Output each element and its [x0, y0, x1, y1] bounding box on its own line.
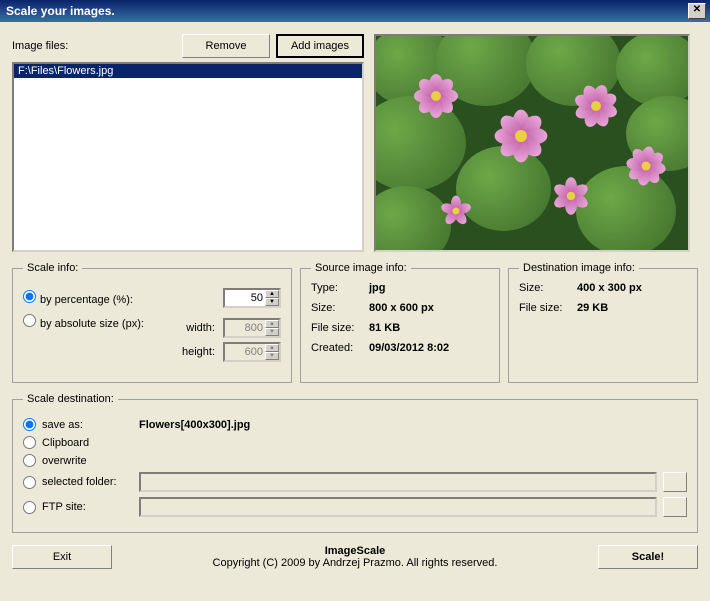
- scale-info-group: Scale info: by percentage (%): ▲▼ by abs…: [12, 262, 292, 383]
- src-created: 09/03/2012 8:02: [369, 342, 489, 354]
- chevron-down-icon: ▼: [265, 328, 279, 336]
- scale-dest-legend: Scale destination:: [23, 393, 118, 405]
- width-spinner: ▲▼: [223, 318, 281, 338]
- image-files-label: Image files:: [12, 40, 176, 52]
- radio-overwrite[interactable]: [23, 454, 36, 467]
- radio-by-absolute[interactable]: [23, 314, 36, 327]
- dest-info-group: Destination image info: Size:400 x 300 p…: [508, 262, 698, 383]
- scale-button[interactable]: Scale!: [598, 545, 698, 569]
- window-title: Scale your images.: [4, 4, 688, 18]
- copyright-text: Copyright (C) 2009 by Andrzej Prazmo. Al…: [122, 557, 588, 569]
- exit-button[interactable]: Exit: [12, 545, 112, 569]
- close-icon[interactable]: ✕: [688, 3, 706, 19]
- chevron-down-icon[interactable]: ▼: [265, 298, 279, 306]
- radio-clipboard[interactable]: [23, 436, 36, 449]
- chevron-up-icon[interactable]: ▲: [265, 290, 279, 298]
- dest-info-legend: Destination image info:: [519, 262, 639, 274]
- remove-button[interactable]: Remove: [182, 34, 270, 58]
- source-info-group: Source image info: Type:jpg Size:800 x 6…: [300, 262, 500, 383]
- radio-selected-folder[interactable]: [23, 476, 36, 489]
- chevron-up-icon: ▲: [265, 320, 279, 328]
- titlebar: Scale your images. ✕: [0, 0, 710, 22]
- percent-input[interactable]: [225, 290, 265, 306]
- dest-filesize: 29 KB: [577, 302, 687, 314]
- radio-save-as[interactable]: [23, 418, 36, 431]
- selected-folder-input: [139, 472, 657, 492]
- scale-info-legend: Scale info:: [23, 262, 82, 274]
- list-item[interactable]: F:\Files\Flowers.jpg: [14, 64, 362, 78]
- image-preview: [374, 34, 690, 252]
- browse-ftp-button[interactable]: [663, 497, 687, 517]
- width-input: [225, 320, 265, 336]
- chevron-up-icon: ▲: [265, 344, 279, 352]
- percent-spinner[interactable]: ▲▼: [223, 288, 281, 308]
- src-size: 800 x 600 px: [369, 302, 489, 314]
- src-type: jpg: [369, 282, 489, 294]
- src-filesize: 81 KB: [369, 322, 489, 334]
- ftp-site-input: [139, 497, 657, 517]
- product-name: ImageScale: [122, 545, 588, 557]
- file-listbox[interactable]: F:\Files\Flowers.jpg: [12, 62, 364, 252]
- height-spinner: ▲▼: [223, 342, 281, 362]
- browse-folder-button[interactable]: [663, 472, 687, 492]
- dest-size: 400 x 300 px: [577, 282, 687, 294]
- radio-by-percentage[interactable]: [23, 290, 36, 303]
- height-input: [225, 344, 265, 360]
- scale-destination-group: Scale destination: save as: Flowers[400x…: [12, 393, 698, 533]
- radio-ftp-site[interactable]: [23, 501, 36, 514]
- add-images-button[interactable]: Add images: [276, 34, 364, 58]
- source-info-legend: Source image info:: [311, 262, 411, 274]
- chevron-down-icon: ▼: [265, 352, 279, 360]
- save-as-filename: Flowers[400x300].jpg: [139, 419, 250, 431]
